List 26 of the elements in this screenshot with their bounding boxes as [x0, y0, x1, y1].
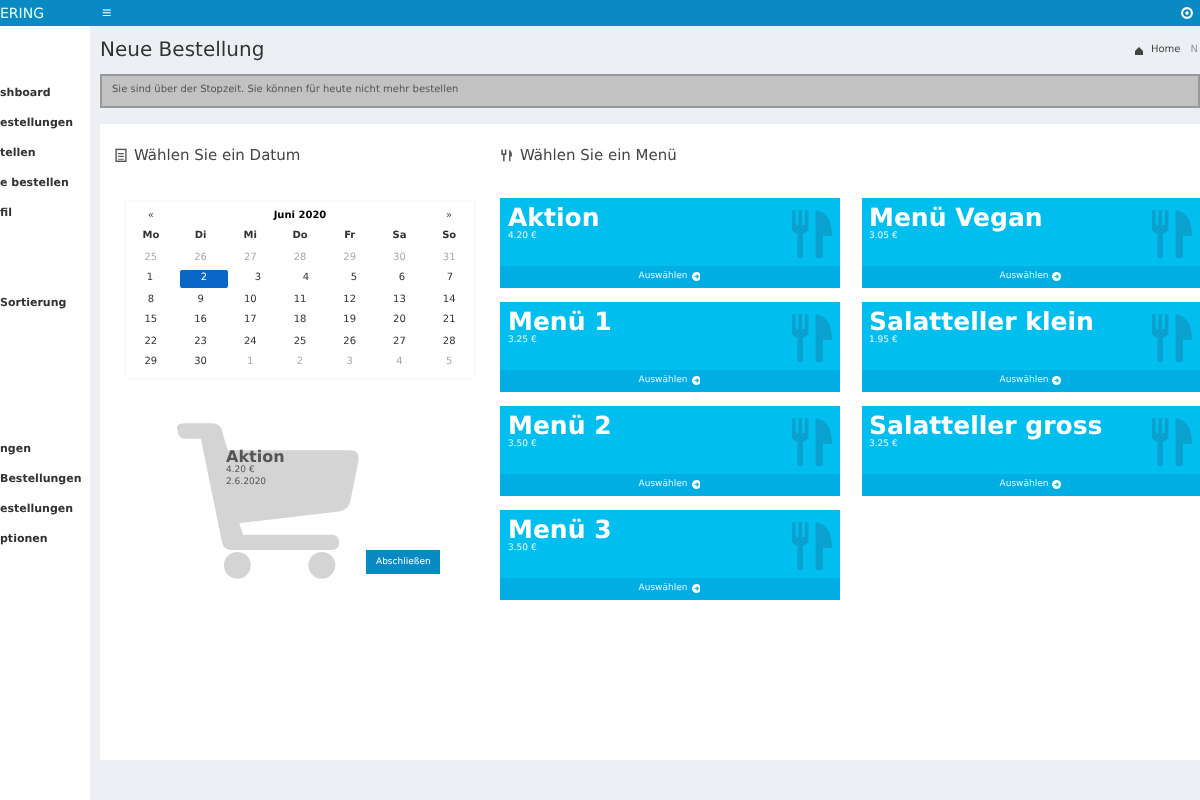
menu-name: Salatteller gross: [869, 410, 1105, 440]
arrow-circle-icon: [691, 480, 701, 490]
arrow-circle-icon: [1052, 376, 1062, 386]
cutlery-icon: [1152, 314, 1192, 362]
menu-name: Menü 2: [508, 410, 614, 440]
arrow-circle-icon: [691, 376, 701, 386]
arrow-circle-icon: [1052, 480, 1062, 490]
arrow-circle-icon: [691, 272, 701, 282]
menu-name: Aktion: [508, 202, 602, 232]
menu-name: Salatteller klein: [869, 306, 1096, 336]
menu-name: Menü 1: [508, 306, 614, 336]
arrow-circle-icon: [691, 584, 701, 594]
page-title: Neue Bestellung: [100, 39, 265, 61]
cart-item-name: Aktion: [226, 448, 285, 466]
home-icon: [1134, 45, 1145, 55]
cutlery-icon: [1152, 210, 1192, 258]
cutlery-icon: [791, 314, 831, 362]
cutlery-icon: [791, 522, 831, 570]
cutlery-icon: [500, 147, 514, 161]
cutlery-icon: [791, 210, 831, 258]
menu-button[interactable]: ≡: [90, 3, 124, 23]
menu-name: Menü Vegan: [869, 202, 1045, 232]
menu-name: Menü 3: [508, 514, 614, 544]
arrow-circle-icon: [1052, 272, 1062, 282]
cutlery-icon: [791, 418, 831, 466]
cutlery-icon: [1152, 418, 1192, 466]
